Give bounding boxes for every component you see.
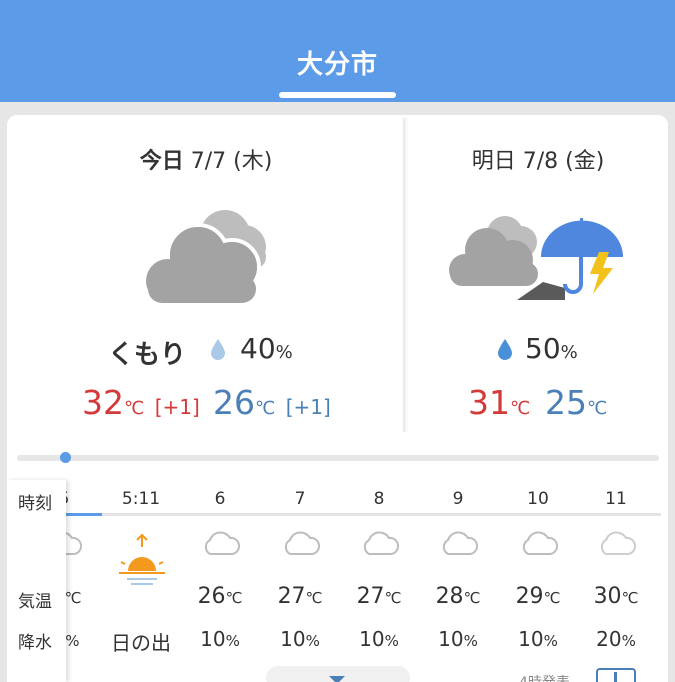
today-low-diff: [+1] bbox=[285, 395, 331, 419]
rain-row-label: 降水 bbox=[18, 633, 52, 653]
tomorrow-pop-unit: % bbox=[560, 342, 578, 363]
city-title[interactable]: 大分市 bbox=[0, 44, 675, 81]
hour-cell: 7 bbox=[294, 489, 306, 509]
rain-value: 10 bbox=[359, 627, 385, 651]
sunrise-icon bbox=[119, 533, 165, 585]
percent-unit: % bbox=[621, 632, 636, 650]
rain-cell: 20% bbox=[576, 627, 656, 651]
today-high-diff: [+1] bbox=[154, 395, 200, 419]
temp-cell: 30℃ bbox=[576, 584, 656, 609]
tomorrow-high-value: 31 bbox=[468, 383, 510, 422]
celsius-unit: ℃ bbox=[305, 589, 323, 607]
temp-cell: 26℃ bbox=[180, 584, 260, 609]
celsius-unit: ℃ bbox=[64, 589, 82, 607]
temp-cell: 28℃ bbox=[418, 584, 498, 609]
temp-row-label: 気温 bbox=[18, 592, 52, 612]
hourly-scroll-track[interactable] bbox=[17, 455, 659, 461]
cloud-icon bbox=[442, 531, 478, 555]
cloud-icon bbox=[363, 531, 399, 555]
rain-cell: 10% bbox=[180, 627, 260, 651]
celsius-unit: ℃ bbox=[255, 398, 276, 419]
celsius-unit: ℃ bbox=[587, 398, 608, 419]
cloud-icon bbox=[204, 531, 240, 555]
temp-value: 28 bbox=[435, 584, 464, 609]
percent-unit: % bbox=[463, 632, 478, 650]
raindrop-icon bbox=[211, 339, 225, 360]
temp-cell: 29℃ bbox=[498, 584, 578, 609]
temp-value: 26 bbox=[197, 584, 226, 609]
raindrop-icon bbox=[498, 339, 512, 360]
celsius-unit: ℃ bbox=[543, 589, 561, 607]
header-bar: 大分市 bbox=[0, 0, 675, 102]
cloudy-then-thunder-rain-icon bbox=[449, 216, 623, 300]
rain-cell: 10% bbox=[260, 627, 340, 651]
today-high-value: 32 bbox=[82, 383, 124, 422]
percent-unit: % bbox=[305, 632, 320, 650]
today-weather-text: くもり bbox=[108, 340, 187, 370]
today-date: 7/7 (木) bbox=[190, 149, 273, 174]
time-row-label: 時刻 bbox=[18, 494, 52, 514]
issued-time: 4時発表 bbox=[519, 672, 570, 682]
active-tab-indicator bbox=[279, 92, 396, 98]
hour-cell: 11 bbox=[605, 489, 627, 509]
hour-timeline bbox=[66, 513, 661, 516]
rain-value: 10 bbox=[438, 627, 464, 651]
rain-value: 20 bbox=[596, 627, 622, 651]
percent-unit: % bbox=[225, 632, 240, 650]
tomorrow-pop: 50% bbox=[525, 332, 578, 365]
celsius-unit: ℃ bbox=[384, 589, 402, 607]
rain-value: 10 bbox=[518, 627, 544, 651]
celsius-unit: ℃ bbox=[621, 589, 639, 607]
today-pop-value: 40 bbox=[240, 332, 276, 365]
rain-cell: 10% bbox=[339, 627, 419, 651]
rain-value: 10 bbox=[280, 627, 306, 651]
hour-cell: 6 bbox=[214, 489, 226, 509]
hour-cell: 5:11 bbox=[121, 489, 161, 509]
today-high: 32℃ [+1] bbox=[82, 383, 200, 422]
tomorrow-date: 7/8 (金) bbox=[522, 149, 605, 174]
hour-cell: 10 bbox=[527, 489, 549, 509]
chevron-down-icon bbox=[329, 676, 345, 682]
today-low-value: 26 bbox=[213, 383, 255, 422]
tomorrow-low-value: 25 bbox=[545, 383, 587, 422]
today-low: 26℃ [+1] bbox=[213, 383, 331, 422]
cloudy-icon bbox=[146, 210, 266, 303]
tomorrow-label: 明日 bbox=[471, 149, 516, 174]
today-label: 今日 bbox=[139, 149, 184, 174]
cloud-icon bbox=[600, 531, 636, 555]
tomorrow-title[interactable]: 明日 7/8 (金) bbox=[408, 143, 668, 175]
sunrise-label: 日の出 bbox=[111, 631, 171, 655]
temp-cell: 27℃ bbox=[339, 584, 419, 609]
today-title: 今日 7/7 (木) bbox=[7, 143, 405, 175]
hour-cell: 9 bbox=[452, 489, 464, 509]
temp-value: 27 bbox=[277, 584, 306, 609]
celsius-unit: ℃ bbox=[225, 589, 243, 607]
tomorrow-low: 25℃ bbox=[545, 383, 607, 422]
celsius-unit: ℃ bbox=[124, 398, 145, 419]
temp-cell: 27℃ bbox=[260, 584, 340, 609]
rain-cell: 10% bbox=[418, 627, 498, 651]
rain-cell: 10% bbox=[498, 627, 578, 651]
rain-value: 10 bbox=[200, 627, 226, 651]
today-pop: 40% bbox=[240, 332, 293, 365]
celsius-unit: ℃ bbox=[463, 589, 481, 607]
percent-unit: % bbox=[65, 632, 80, 650]
cloud-icon bbox=[522, 531, 558, 555]
cloud-icon bbox=[284, 531, 320, 555]
hour-timeline-current bbox=[66, 513, 102, 516]
tomorrow-pop-value: 50 bbox=[525, 332, 561, 365]
temp-value: 30 bbox=[593, 584, 622, 609]
hourly-scroll-thumb[interactable] bbox=[60, 452, 71, 463]
hour-cell: 8 bbox=[373, 489, 385, 509]
temp-value: 27 bbox=[356, 584, 385, 609]
percent-unit: % bbox=[543, 632, 558, 650]
temp-value: 29 bbox=[515, 584, 544, 609]
celsius-unit: ℃ bbox=[510, 398, 531, 419]
tomorrow-high: 31℃ bbox=[468, 383, 530, 422]
info-icon[interactable] bbox=[596, 668, 636, 682]
today-pop-unit: % bbox=[275, 342, 293, 363]
percent-unit: % bbox=[384, 632, 399, 650]
